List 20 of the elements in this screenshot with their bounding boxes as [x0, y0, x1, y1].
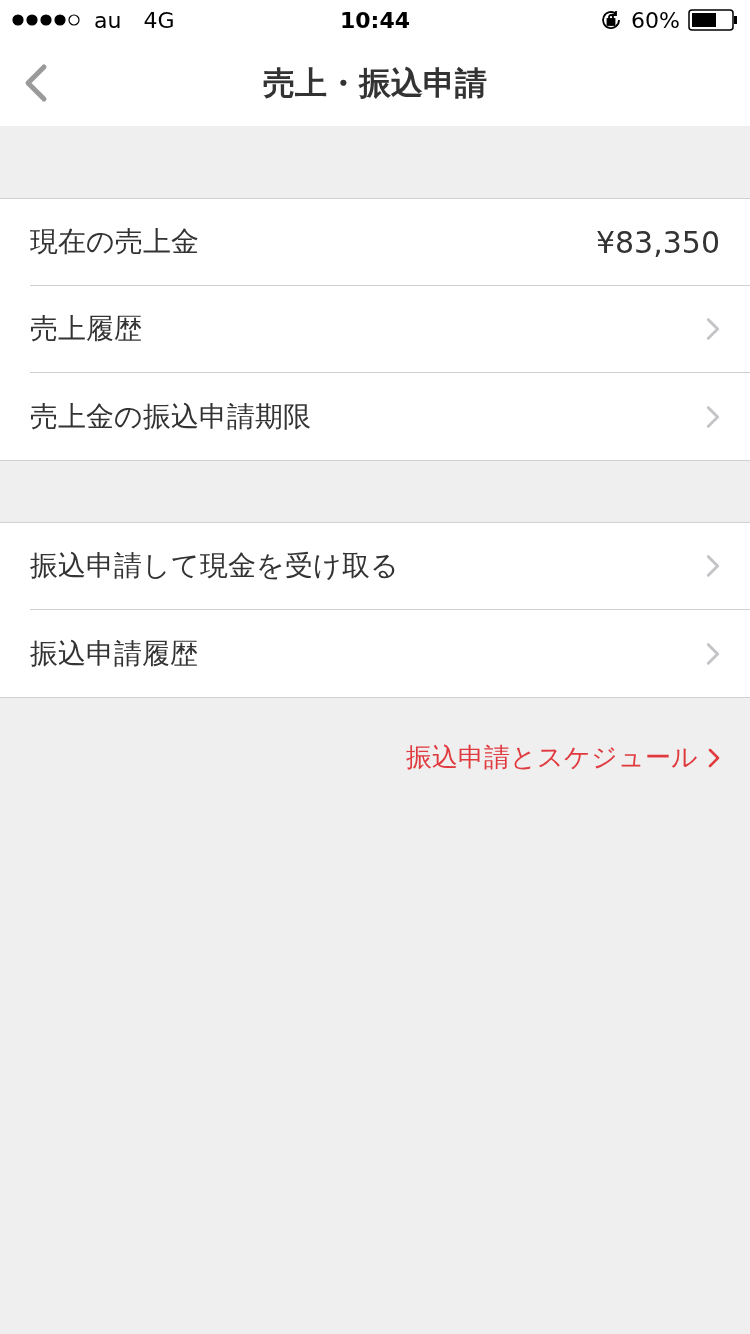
chevron-icon — [706, 641, 720, 666]
screen-title: 売上・振込申請 — [263, 63, 487, 104]
schedule-link[interactable]: 振込申請とスケジュール — [406, 738, 720, 777]
battery-percent: 60% — [631, 6, 680, 35]
carrier-text: au — [94, 6, 122, 35]
chevron-icon — [706, 317, 720, 341]
battery-icon — [688, 9, 738, 31]
row-value: ¥83,350 — [595, 223, 720, 262]
row-label: 売上金の振込申請期限 — [30, 398, 311, 435]
signal-icon — [12, 14, 80, 26]
row-label: 振込申請して現金を受け取る — [30, 548, 399, 584]
row-label: 振込申請履歴 — [30, 635, 198, 672]
chevron-icon — [706, 404, 720, 429]
back-icon — [24, 63, 48, 103]
row-label: 売上履歴 — [30, 311, 142, 347]
chevron-icon — [706, 554, 720, 578]
network-text: 4G — [143, 6, 175, 35]
status-time: 10:44 — [340, 6, 410, 35]
row-label: 現在の売上金 — [30, 224, 199, 260]
chevron-icon — [708, 747, 720, 768]
